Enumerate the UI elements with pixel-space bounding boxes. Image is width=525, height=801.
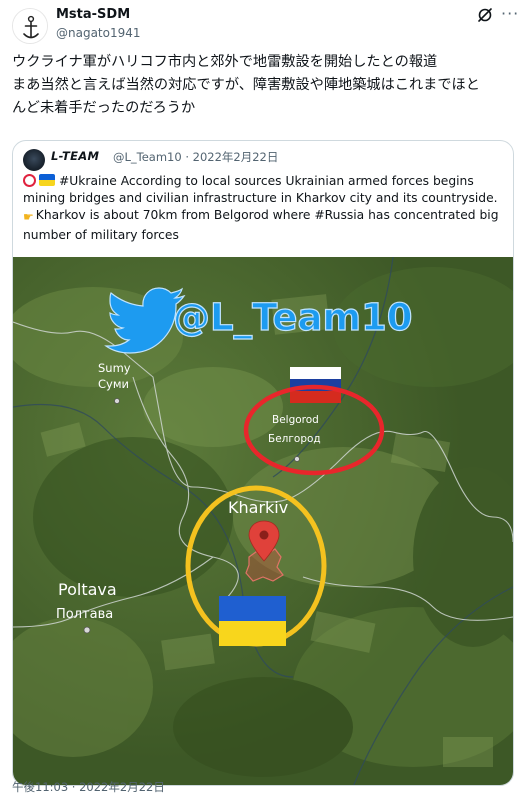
- city-marker-sumy: [114, 398, 120, 404]
- author-display-name[interactable]: Msta-SDM: [56, 7, 130, 22]
- quoted-line-text: Kharkov is about 70km from Belgorod wher…: [35, 208, 499, 223]
- author-handle[interactable]: @nagato1941: [56, 26, 141, 40]
- map-image[interactable]: @L_Team10 Sumy Суми Belgorod Белгород Kh…: [13, 257, 513, 786]
- city-marker-poltava: [83, 626, 91, 634]
- more-options-icon[interactable]: ···: [501, 4, 519, 24]
- city-marker-belgorod: [294, 456, 300, 462]
- tweet-text: ウクライナ軍がハリコフ市内と郊外で地雷敷設を開始したとの報道 まあ当然と言えば当…: [12, 51, 517, 120]
- quoted-line: mining bridges and civilian infrastructu…: [23, 191, 498, 206]
- quoted-line: ☛ Kharkov is about 70km from Belgorod whe…: [23, 207, 508, 226]
- grok-icon[interactable]: [476, 6, 494, 24]
- city-label-sumy: Sumy: [98, 361, 131, 375]
- tweet-line: まあ当然と言えば当然の対応ですが、障害敷設や陣地築城はこれまでほと: [12, 77, 480, 93]
- ukraine-flag: [219, 596, 286, 646]
- red-circle-emoji: [23, 174, 36, 187]
- watermark-text: @L_Team10: [173, 296, 413, 339]
- quoted-display-name[interactable]: L-TEAM: [51, 149, 99, 163]
- avatar-emblem-icon: [13, 9, 47, 43]
- pointing-hand-emoji: ☛: [23, 210, 34, 225]
- tweet-line: ウクライナ軍がハリコフ市内と郊外で地雷敷設を開始したとの報道: [12, 54, 438, 70]
- city-label-belgorod-cyrillic: Белгород: [268, 433, 321, 445]
- city-label-sumy-cyrillic: Суми: [98, 377, 129, 391]
- quoted-tweet[interactable]: L-TEAM @L_Team10 · 2022年2月22日 #Ukraine A…: [12, 140, 514, 786]
- avatar[interactable]: [12, 8, 48, 44]
- quoted-line: #Ukraine According to local sources Ukra…: [23, 173, 508, 190]
- city-label-poltava-cyrillic: Полтава: [56, 607, 113, 622]
- quoted-line: number of military forces: [23, 227, 179, 242]
- quoted-handle-date[interactable]: @L_Team10 · 2022年2月22日: [113, 149, 278, 165]
- city-label-kharkiv: Kharkiv: [228, 498, 288, 517]
- tweet-line: んど未着手だったのだろうか: [12, 100, 196, 116]
- quoted-text: #Ukraine According to local sources Ukra…: [23, 173, 508, 244]
- quoted-line-text: #Ukraine According to local sources Ukra…: [59, 174, 474, 188]
- city-label-poltava: Poltava: [58, 580, 117, 599]
- quoted-avatar[interactable]: [23, 149, 45, 171]
- ukraine-flag-emoji: [39, 174, 55, 186]
- tweet-timestamp[interactable]: 午後11:03 · 2022年2月22日: [12, 779, 165, 795]
- city-label-belgorod: Belgorod: [272, 414, 319, 426]
